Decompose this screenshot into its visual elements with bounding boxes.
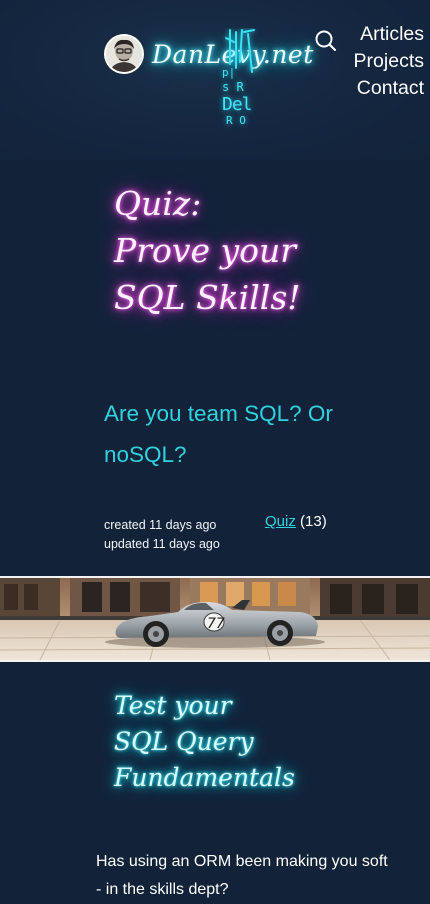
avatar[interactable] bbox=[106, 36, 142, 72]
search-icon bbox=[315, 30, 337, 52]
site-header: DanLevy.net p| s R Del R O Articles Proj… bbox=[0, 0, 430, 160]
created-date: created 11 days ago bbox=[104, 518, 217, 532]
glitch-decoration: p| s R Del R O bbox=[220, 28, 260, 128]
page-title: Quiz: Prove your SQL Skills! bbox=[114, 180, 354, 321]
section-heading-line: SQL Query bbox=[114, 727, 254, 756]
main-nav: Articles Projects Contact bbox=[354, 21, 424, 102]
tag-link-quiz[interactable]: Quiz bbox=[265, 513, 296, 530]
section-heading-line: Fundamentals bbox=[114, 763, 295, 792]
post-tag: Quiz (13) bbox=[265, 513, 327, 530]
page-title-line: Prove your bbox=[114, 231, 297, 270]
svg-text:77: 77 bbox=[207, 616, 225, 632]
search-button[interactable] bbox=[314, 29, 338, 53]
race-car-photo: 77 bbox=[0, 576, 430, 662]
page-title-line: SQL Skills! bbox=[114, 278, 301, 317]
section-heading: Test your SQL Query Fundamentals bbox=[114, 688, 354, 796]
page-subtitle: Are you team SQL? Or noSQL? bbox=[104, 401, 333, 467]
intro-paragraph: Has using an ORM been making you soft - … bbox=[96, 853, 388, 898]
nav-projects[interactable]: Projects bbox=[354, 48, 424, 75]
updated-date: updated 11 days ago bbox=[104, 537, 220, 551]
nav-articles[interactable]: Articles bbox=[354, 21, 424, 48]
page-title-line: Quiz: bbox=[114, 184, 202, 223]
tag-count: (13) bbox=[300, 513, 327, 530]
post-dates: created 11 days ago updated 11 days ago bbox=[104, 516, 220, 554]
section-heading-line: Test your bbox=[114, 691, 232, 720]
nav-contact[interactable]: Contact bbox=[354, 75, 424, 102]
